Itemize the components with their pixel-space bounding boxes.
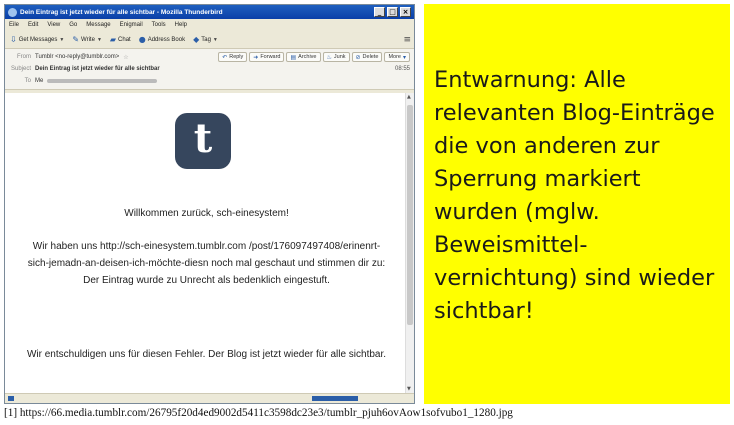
message-paragraph-2: Wir entschuldigen uns für diesen Fehler.… <box>26 349 387 360</box>
menu-help[interactable]: Help <box>175 22 187 28</box>
chevron-down-icon: ▾ <box>402 53 406 61</box>
chat-button[interactable]: ▰ Chat <box>108 34 133 45</box>
window-titlebar: Dein Eintrag ist jetzt wieder für alle s… <box>5 5 414 19</box>
write-label: Write <box>81 36 95 43</box>
chevron-down-icon[interactable]: ▼ <box>213 37 218 43</box>
commentary-text: Entwarnung: Alle relevanten Blog-Einträg… <box>434 67 715 324</box>
message-paragraph-1: Wir haben uns http://sch-einesystem.tumb… <box>27 241 386 286</box>
status-icon <box>8 396 14 401</box>
window-title: Dein Eintrag ist jetzt wieder für alle s… <box>20 8 223 16</box>
status-bar <box>5 393 414 403</box>
scroll-up-icon[interactable]: ▲ <box>407 94 411 100</box>
tag-label: Tag <box>201 36 211 43</box>
menu-bar: Eile Edit View Go Message Enigmail Tools… <box>5 19 414 31</box>
reply-icon: ↶ <box>222 53 228 61</box>
message-header: From Tumblr <no-reply@tumblr.com> ☆ ↶ Rep… <box>5 49 414 90</box>
archive-button[interactable]: ▤ Archive <box>286 52 321 62</box>
menu-tools[interactable]: Tools <box>152 22 166 28</box>
delete-button[interactable]: ⊘ Delete <box>351 52 383 62</box>
forward-icon: ➜ <box>253 53 259 61</box>
delete-icon: ⊘ <box>355 53 361 61</box>
welcome-text: Willkommen zurück, sch-einesystem! <box>124 208 289 219</box>
archive-icon: ▤ <box>290 53 297 61</box>
commentary-panel: Entwarnung: Alle relevanten Blog-Einträg… <box>424 4 730 404</box>
scrollbar-thumb[interactable] <box>407 105 413 325</box>
chevron-down-icon[interactable]: ▼ <box>59 37 64 43</box>
forward-button[interactable]: ➜ Forward <box>249 52 285 62</box>
scroll-down-icon[interactable]: ▼ <box>407 386 411 392</box>
minimize-button[interactable]: _ <box>374 7 385 17</box>
thunderbird-icon <box>8 7 17 17</box>
to-label: To <box>24 78 31 84</box>
get-messages-label: Get Messages <box>18 36 58 43</box>
star-icon[interactable]: ☆ <box>123 54 128 61</box>
menu-edit[interactable]: Edit <box>28 22 38 28</box>
tag-button[interactable]: ◆ Tag ▼ <box>191 34 220 45</box>
message-body: t Willkommen zurück, sch-einesystem! Wir… <box>5 93 414 393</box>
chevron-down-icon[interactable]: ▼ <box>97 37 102 43</box>
write-icon: ✎ <box>72 35 80 44</box>
from-label: From <box>17 54 31 60</box>
status-progress <box>312 396 358 401</box>
chat-icon: ▰ <box>109 35 117 44</box>
thunderbird-window: Dein Eintrag ist jetzt wieder für alle s… <box>4 4 415 404</box>
get-messages-icon: ⇩ <box>10 35 17 44</box>
source-caption: [1] https://66.media.tumblr.com/26795f20… <box>4 407 513 419</box>
address-book-label: Address Book <box>147 36 186 43</box>
tumblr-logo: t <box>175 113 231 169</box>
menu-message[interactable]: Message <box>86 22 110 28</box>
maximize-button[interactable]: □ <box>387 7 398 17</box>
menu-view[interactable]: View <box>47 22 60 28</box>
reply-button[interactable]: ↶ Reply <box>218 52 248 62</box>
menu-icon[interactable]: ≡ <box>403 35 411 45</box>
close-button[interactable]: × <box>400 7 411 17</box>
subject-label: Subject <box>10 66 31 72</box>
menu-go[interactable]: Go <box>69 22 77 28</box>
menu-file[interactable]: Eile <box>9 22 19 28</box>
address-book-button[interactable]: ● Address Book <box>137 34 187 45</box>
message-time: 08:55 <box>394 66 410 72</box>
to-address-redacted <box>47 79 158 83</box>
junk-icon: ♨ <box>326 53 332 61</box>
more-button[interactable]: More ▾ <box>384 52 410 62</box>
from-value[interactable]: Tumblr <no-reply@tumblr.com> <box>35 54 119 60</box>
junk-button[interactable]: ♨ Junk <box>322 52 350 62</box>
vertical-scrollbar[interactable]: ▲ ▼ <box>405 93 414 393</box>
chat-label: Chat <box>118 36 131 43</box>
address-book-icon: ● <box>138 35 146 44</box>
get-messages-button[interactable]: ⇩ Get Messages ▼ <box>8 34 66 45</box>
to-value[interactable]: Me <box>35 78 43 84</box>
subject-value: Dein Eintrag ist jetzt wieder für alle s… <box>35 66 160 72</box>
write-button[interactable]: ✎ Write ▼ <box>70 34 104 45</box>
main-toolbar: ⇩ Get Messages ▼ ✎ Write ▼ ▰ Chat ● Addr… <box>5 31 414 49</box>
menu-enigmail[interactable]: Enigmail <box>120 22 143 28</box>
tag-icon: ◆ <box>193 35 200 44</box>
